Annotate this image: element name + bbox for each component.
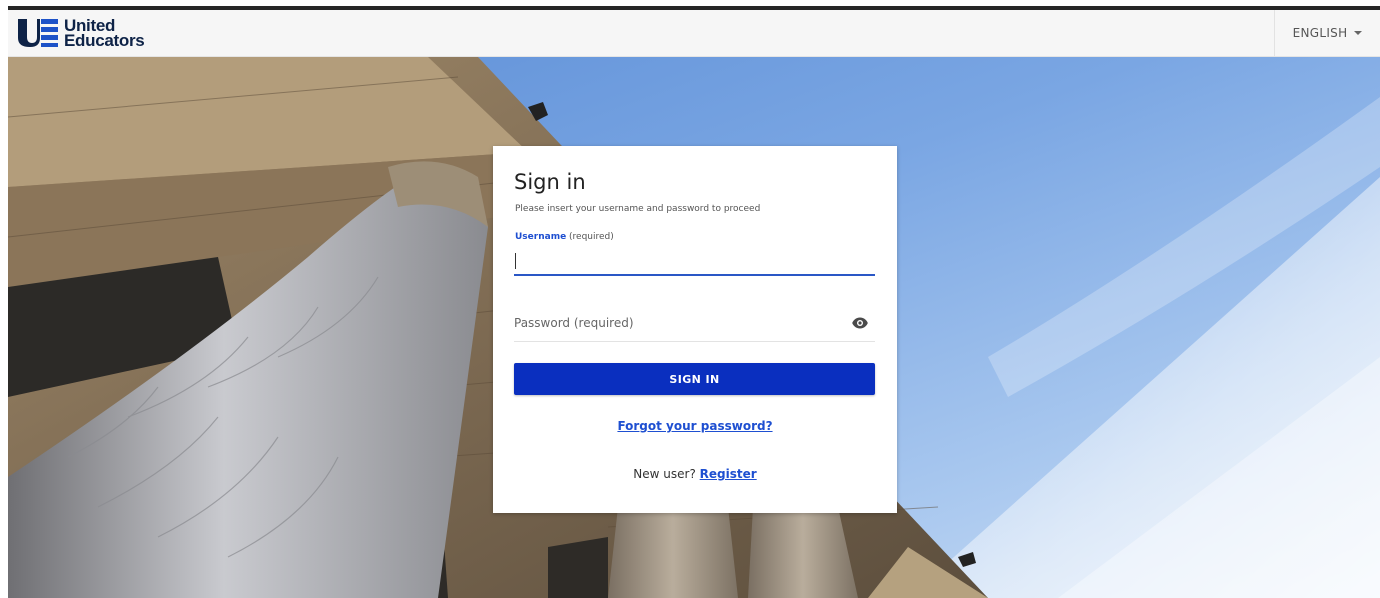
username-label: Username (required) bbox=[515, 232, 614, 242]
logo-wordmark: United Educators bbox=[64, 17, 145, 50]
register-link[interactable]: Register bbox=[700, 467, 757, 481]
signin-button[interactable]: SIGN IN bbox=[514, 363, 875, 395]
language-selector[interactable]: ENGLISH bbox=[1274, 10, 1380, 56]
forgot-password-link[interactable]: Forgot your password? bbox=[493, 419, 897, 433]
ue-logo-mark-icon bbox=[18, 19, 58, 47]
new-user-label: New user? bbox=[633, 467, 696, 481]
signin-title: Sign in bbox=[514, 170, 586, 194]
signin-card: Sign in Please insert your username and … bbox=[493, 146, 897, 513]
username-required-text: (required) bbox=[569, 232, 614, 242]
login-page: United Educators ENGLISH Sign in Please … bbox=[0, 0, 1380, 598]
username-input[interactable] bbox=[514, 248, 875, 276]
password-input[interactable] bbox=[514, 306, 834, 340]
logo-line-2: Educators bbox=[64, 31, 145, 50]
password-field bbox=[514, 306, 875, 342]
username-label-text: Username bbox=[515, 232, 567, 242]
eye-icon[interactable] bbox=[852, 316, 868, 330]
text-cursor bbox=[515, 253, 516, 269]
register-row: New user? Register bbox=[493, 467, 897, 481]
signin-subtitle: Please insert your username and password… bbox=[515, 204, 761, 214]
header-bar: United Educators ENGLISH bbox=[8, 10, 1380, 57]
brand-logo[interactable]: United Educators bbox=[16, 16, 145, 50]
caret-down-icon bbox=[1354, 31, 1363, 35]
language-label: ENGLISH bbox=[1292, 26, 1348, 40]
